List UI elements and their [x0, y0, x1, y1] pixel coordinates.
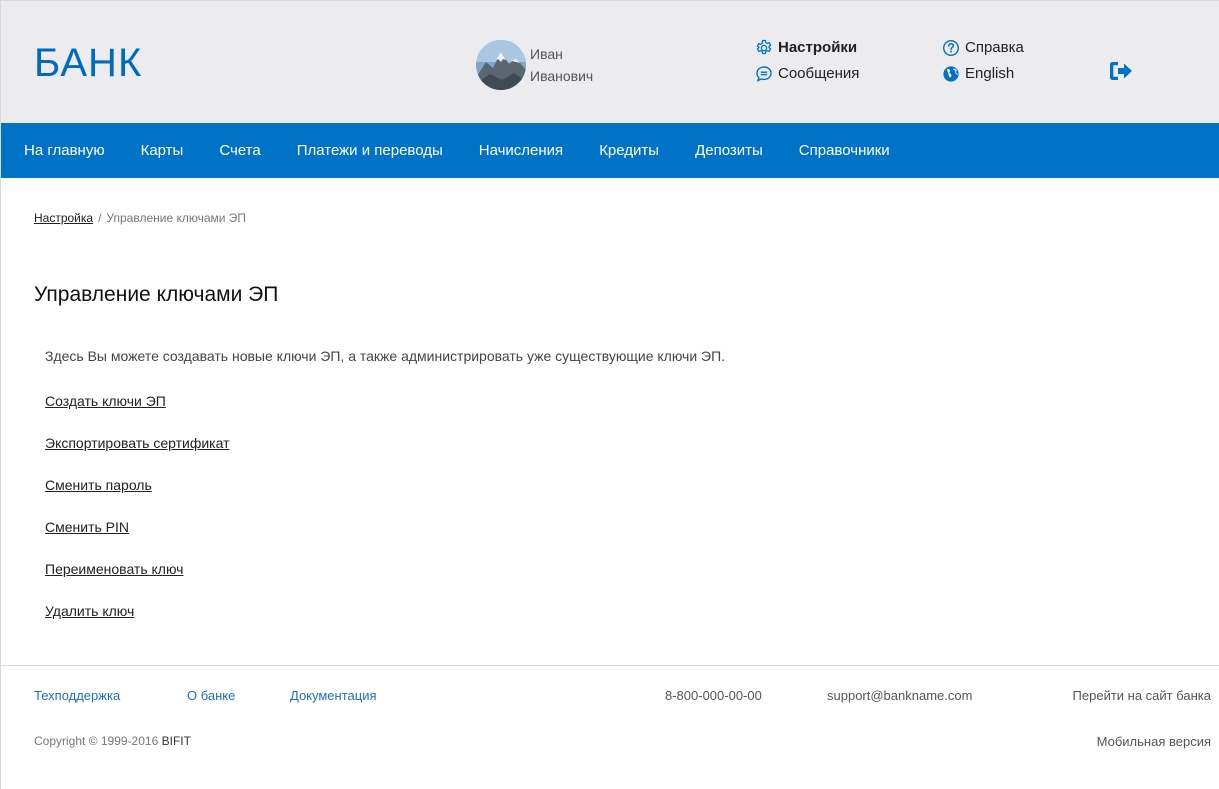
breadcrumb-separator: /	[98, 211, 102, 225]
footer-email[interactable]: support@bankname.com	[827, 688, 972, 703]
main-nav: На главную Карты Счета Платежи и перевод…	[1, 123, 1219, 178]
chat-icon	[755, 65, 773, 83]
settings-label: Настройки	[778, 39, 858, 56]
breadcrumb-parent-link[interactable]: Настройка	[34, 211, 93, 225]
page: БАНК Иван Иванович Настройки Сообщения С…	[0, 0, 1219, 789]
user-profile[interactable]: Иван Иванович	[476, 40, 593, 90]
create-keys-link[interactable]: Создать ключи ЭП	[45, 391, 230, 433]
footer-divider	[1, 665, 1219, 666]
language-link[interactable]: English	[942, 64, 1024, 84]
user-name[interactable]: Иван Иванович	[530, 43, 593, 87]
copyright-brand: BIFIT	[161, 734, 191, 748]
nav-item-home[interactable]: На главную	[24, 142, 105, 159]
settings-link[interactable]: Настройки	[755, 38, 859, 58]
avatar[interactable]	[476, 40, 526, 90]
language-label: English	[965, 65, 1015, 82]
footer-support-link[interactable]: Техподдержка	[34, 688, 120, 703]
page-title: Управление ключами ЭП	[34, 283, 279, 306]
user-last-name: Иванович	[530, 68, 594, 84]
breadcrumb-current: Управление ключами ЭП	[106, 211, 247, 225]
export-certificate-link[interactable]: Экспортировать сертификат	[45, 433, 230, 475]
help-label: Справка	[965, 39, 1024, 56]
logout-icon	[1110, 62, 1132, 80]
globe-icon	[942, 65, 960, 83]
nav-item-references[interactable]: Справочники	[799, 142, 890, 159]
footer-docs-link[interactable]: Документация	[290, 688, 377, 703]
change-pin-link[interactable]: Сменить PIN	[45, 517, 230, 559]
nav-item-cards[interactable]: Карты	[141, 142, 184, 159]
footer-site-link[interactable]: Перейти на сайт банка	[1073, 688, 1211, 703]
nav-item-accruals[interactable]: Начисления	[479, 142, 563, 159]
change-password-link[interactable]: Сменить пароль	[45, 475, 230, 517]
header: БАНК Иван Иванович Настройки Сообщения С…	[1, 1, 1219, 123]
header-links-secondary: Справка English	[942, 38, 1024, 84]
messages-link[interactable]: Сообщения	[755, 64, 859, 84]
copyright-text: Copyright © 1999-2016	[34, 734, 159, 748]
gear-icon	[755, 39, 773, 57]
messages-label: Сообщения	[778, 65, 860, 82]
nav-item-deposits[interactable]: Депозиты	[695, 142, 763, 159]
copyright: Copyright © 1999-2016 BIFIT	[34, 734, 191, 748]
breadcrumb: Настройка / Управление ключами ЭП	[34, 211, 246, 225]
mobile-version-link[interactable]: Мобильная версия	[1097, 734, 1211, 749]
nav-item-credits[interactable]: Кредиты	[599, 142, 659, 159]
delete-key-link[interactable]: Удалить ключ	[45, 601, 230, 643]
bank-logo[interactable]: БАНК	[34, 41, 142, 86]
user-first-name: Иван	[530, 46, 563, 62]
rename-key-link[interactable]: Переименовать ключ	[45, 559, 230, 601]
question-icon	[942, 39, 960, 57]
page-description: Здесь Вы можете создавать новые ключи ЭП…	[45, 348, 726, 364]
footer-phone: 8-800-000-00-00	[665, 688, 762, 703]
footer-about-link[interactable]: О банке	[187, 688, 235, 703]
help-link[interactable]: Справка	[942, 38, 1024, 58]
header-links-primary: Настройки Сообщения	[755, 38, 859, 84]
key-actions-list: Создать ключи ЭП Экспортировать сертифик…	[45, 391, 230, 643]
nav-item-payments[interactable]: Платежи и переводы	[297, 142, 443, 159]
logout-button[interactable]	[1108, 59, 1134, 83]
nav-item-accounts[interactable]: Счета	[219, 142, 260, 159]
